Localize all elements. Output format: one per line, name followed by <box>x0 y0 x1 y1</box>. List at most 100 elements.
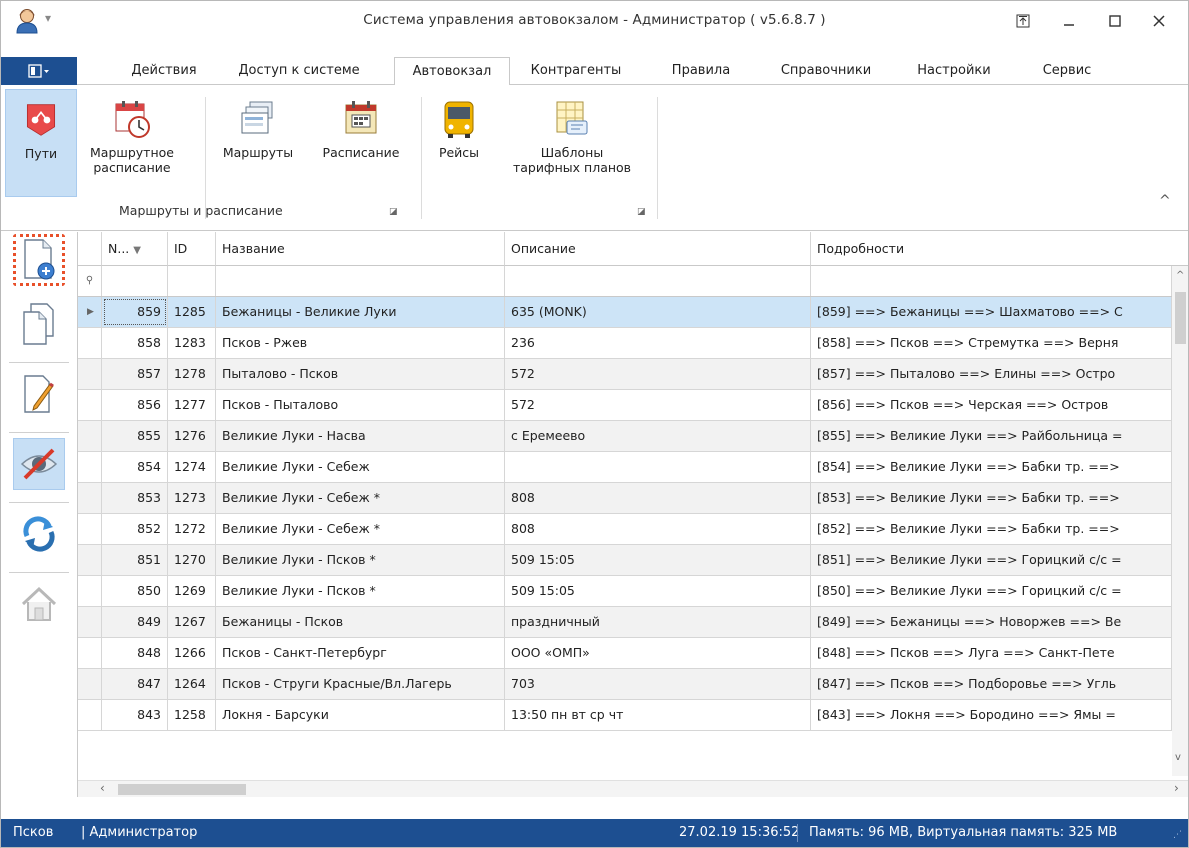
column-header-name[interactable]: Название <box>216 232 505 266</box>
tab-service[interactable]: Сервис <box>1027 57 1107 85</box>
cell-number: 849 <box>102 607 168 637</box>
table-row[interactable]: 848 1266 Псков - Санкт-Петербург ООО «ОМП»[… <box>78 638 1172 669</box>
minimize-button[interactable] <box>1051 6 1087 36</box>
cell-details: [851] ==> Великие Луки ==> Горицкий с/с … <box>811 545 1172 575</box>
table-row[interactable]: 847 1264 Псков - Струги Красные/Вл.Лагерь 7… <box>78 669 1172 700</box>
filter-cell-number[interactable] <box>102 266 168 296</box>
filter-cell-description[interactable] <box>505 266 811 296</box>
home-button[interactable] <box>13 578 65 630</box>
routes-button[interactable]: Маршруты <box>213 99 303 160</box>
tab-rules[interactable]: Правила <box>666 57 736 85</box>
scroll-right-chevron-icon[interactable]: › <box>1174 781 1179 795</box>
filter-cell-name[interactable] <box>216 266 505 296</box>
table-row[interactable]: 855 1276 Великие Луки - Насва с Еремеево [85… <box>78 421 1172 452</box>
column-header-id[interactable]: ID <box>168 232 216 266</box>
table-row[interactable]: 851 1270 Великие Луки - Псков * 509 15:05 [8… <box>78 545 1172 576</box>
cell-name: Великие Луки - Себеж <box>216 452 505 482</box>
route-schedule-label-line1: Маршрутное <box>90 145 174 160</box>
cell-details: [849] ==> Бежаницы ==> Новоржев ==> Ве <box>811 607 1172 637</box>
schedule-label: Расписание <box>322 145 400 160</box>
add-record-button[interactable] <box>13 234 65 286</box>
horizontal-scrollbar[interactable]: ‹ › <box>78 780 1188 797</box>
table-row[interactable]: 854 1274 Великие Луки - Себеж [854] ==> Вел… <box>78 452 1172 483</box>
maximize-icon <box>1109 15 1121 27</box>
toggle-visibility-button[interactable] <box>13 438 65 490</box>
row-indicator-header <box>78 232 102 266</box>
row-indicator <box>78 700 102 730</box>
filter-cell-id[interactable] <box>168 266 216 296</box>
column-header-description[interactable]: Описание <box>505 232 811 266</box>
vertical-scrollbar-thumb[interactable] <box>1175 292 1186 344</box>
maximize-button[interactable] <box>1097 6 1133 36</box>
cell-details: [847] ==> Псков ==> Подборовье ==> Угль <box>811 669 1172 699</box>
table-row[interactable]: 856 1277 Псков - Пыталово 572 [856] ==> Пско… <box>78 390 1172 421</box>
cell-number: 856 <box>102 390 168 420</box>
cell-number: 854 <box>102 452 168 482</box>
cell-description: 13:50 пн вт ср чт <box>505 700 811 730</box>
cell-number: 857 <box>102 359 168 389</box>
collapse-ribbon-chevron-up-icon[interactable]: ^ <box>1159 193 1171 209</box>
table-row[interactable]: 850 1269 Великие Луки - Псков * 509 15:05 [8… <box>78 576 1172 607</box>
table-row[interactable]: 857 1278 Пыталово - Псков 572 [857] ==> Пыта… <box>78 359 1172 390</box>
route-schedule-button[interactable]: Маршрутное расписание <box>87 99 177 175</box>
cell-description: 703 <box>505 669 811 699</box>
tab-directories[interactable]: Справочники <box>774 57 878 85</box>
paths-button[interactable]: Пути <box>5 89 77 197</box>
table-row[interactable]: 853 1273 Великие Луки - Себеж * 808 [853] ==… <box>78 483 1172 514</box>
add-document-icon <box>24 239 55 280</box>
cell-name: Псков - Санкт-Петербург <box>216 638 505 668</box>
bus-icon <box>444 101 474 138</box>
group-dialog-launcher-icon[interactable]: ◪ <box>637 207 647 217</box>
left-toolbar <box>1 232 77 797</box>
table-row[interactable]: 852 1272 Великие Луки - Себеж * 808 [852] ==… <box>78 514 1172 545</box>
table-row[interactable]: 849 1267 Бежаницы - Псков праздничный [849] … <box>78 607 1172 638</box>
cell-id: 1264 <box>168 669 216 699</box>
app-menu-button[interactable] <box>1 57 77 85</box>
vertical-scrollbar[interactable]: ^ v <box>1172 266 1188 776</box>
scroll-down-chevron-icon[interactable]: v <box>1175 752 1181 763</box>
row-indicator <box>78 514 102 544</box>
ribbon-display-options-button[interactable] <box>1005 6 1041 36</box>
column-header-details[interactable]: Подробности <box>811 232 1188 266</box>
filter-cell-details[interactable] <box>811 266 1172 296</box>
cell-description: с Еремеево <box>505 421 811 451</box>
cell-details: [857] ==> Пыталово ==> Елины ==> Остро <box>811 359 1172 389</box>
tab-counterparties[interactable]: Контрагенты <box>524 57 628 85</box>
tab-settings[interactable]: Настройки <box>906 57 1002 85</box>
cell-name: Великие Луки - Насва <box>216 421 505 451</box>
status-separator <box>797 824 798 842</box>
cell-name: Великие Луки - Псков * <box>216 576 505 606</box>
row-indicator <box>78 545 102 575</box>
tariff-templates-button[interactable]: Шаблоны тарифных планов <box>497 99 647 175</box>
tab-actions[interactable]: Действия <box>123 57 205 85</box>
refresh-button[interactable] <box>13 508 65 560</box>
column-header-number[interactable]: N... ▼ <box>102 232 168 266</box>
resize-grip-icon[interactable]: ⋰ <box>1173 821 1182 847</box>
close-icon <box>1153 15 1165 27</box>
cell-number: 848 <box>102 638 168 668</box>
edit-record-button[interactable] <box>13 368 65 420</box>
routes-stack-icon <box>241 101 273 134</box>
trips-button[interactable]: Рейсы <box>429 99 489 160</box>
table-row[interactable]: 843 1258 Локня - Барсуки 13:50 пн вт ср чт[… <box>78 700 1172 731</box>
cell-id: 1273 <box>168 483 216 513</box>
table-row[interactable]: 858 1283 Псков - Ржев 236 [858] ==> Псков ==… <box>78 328 1172 359</box>
app-menu-icon <box>28 64 49 78</box>
cell-number: 853 <box>102 483 168 513</box>
horizontal-scrollbar-thumb[interactable] <box>118 784 246 795</box>
copy-record-button[interactable] <box>13 298 65 350</box>
cell-number: 858 <box>102 328 168 358</box>
scroll-left-chevron-icon[interactable]: ‹ <box>100 781 105 795</box>
cell-name: Бежаницы - Великие Луки <box>216 297 505 327</box>
close-button[interactable] <box>1141 6 1177 36</box>
schedule-button[interactable]: Расписание <box>313 99 409 160</box>
tab-system-access[interactable]: Доступ к системе <box>229 57 369 85</box>
row-indicator <box>78 390 102 420</box>
tab-bus-station[interactable]: Автовокзал <box>394 57 510 86</box>
table-row[interactable]: ▶ 859 1285 Бежаницы - Великие Луки 635 (MONK… <box>78 297 1172 328</box>
cell-details: [858] ==> Псков ==> Стремутка ==> Верня <box>811 328 1172 358</box>
group-dialog-launcher-icon[interactable]: ◪ <box>389 207 399 217</box>
cell-number: 851 <box>102 545 168 575</box>
scroll-up-chevron-icon[interactable]: ^ <box>1176 270 1184 281</box>
route-pin-icon <box>26 104 56 136</box>
